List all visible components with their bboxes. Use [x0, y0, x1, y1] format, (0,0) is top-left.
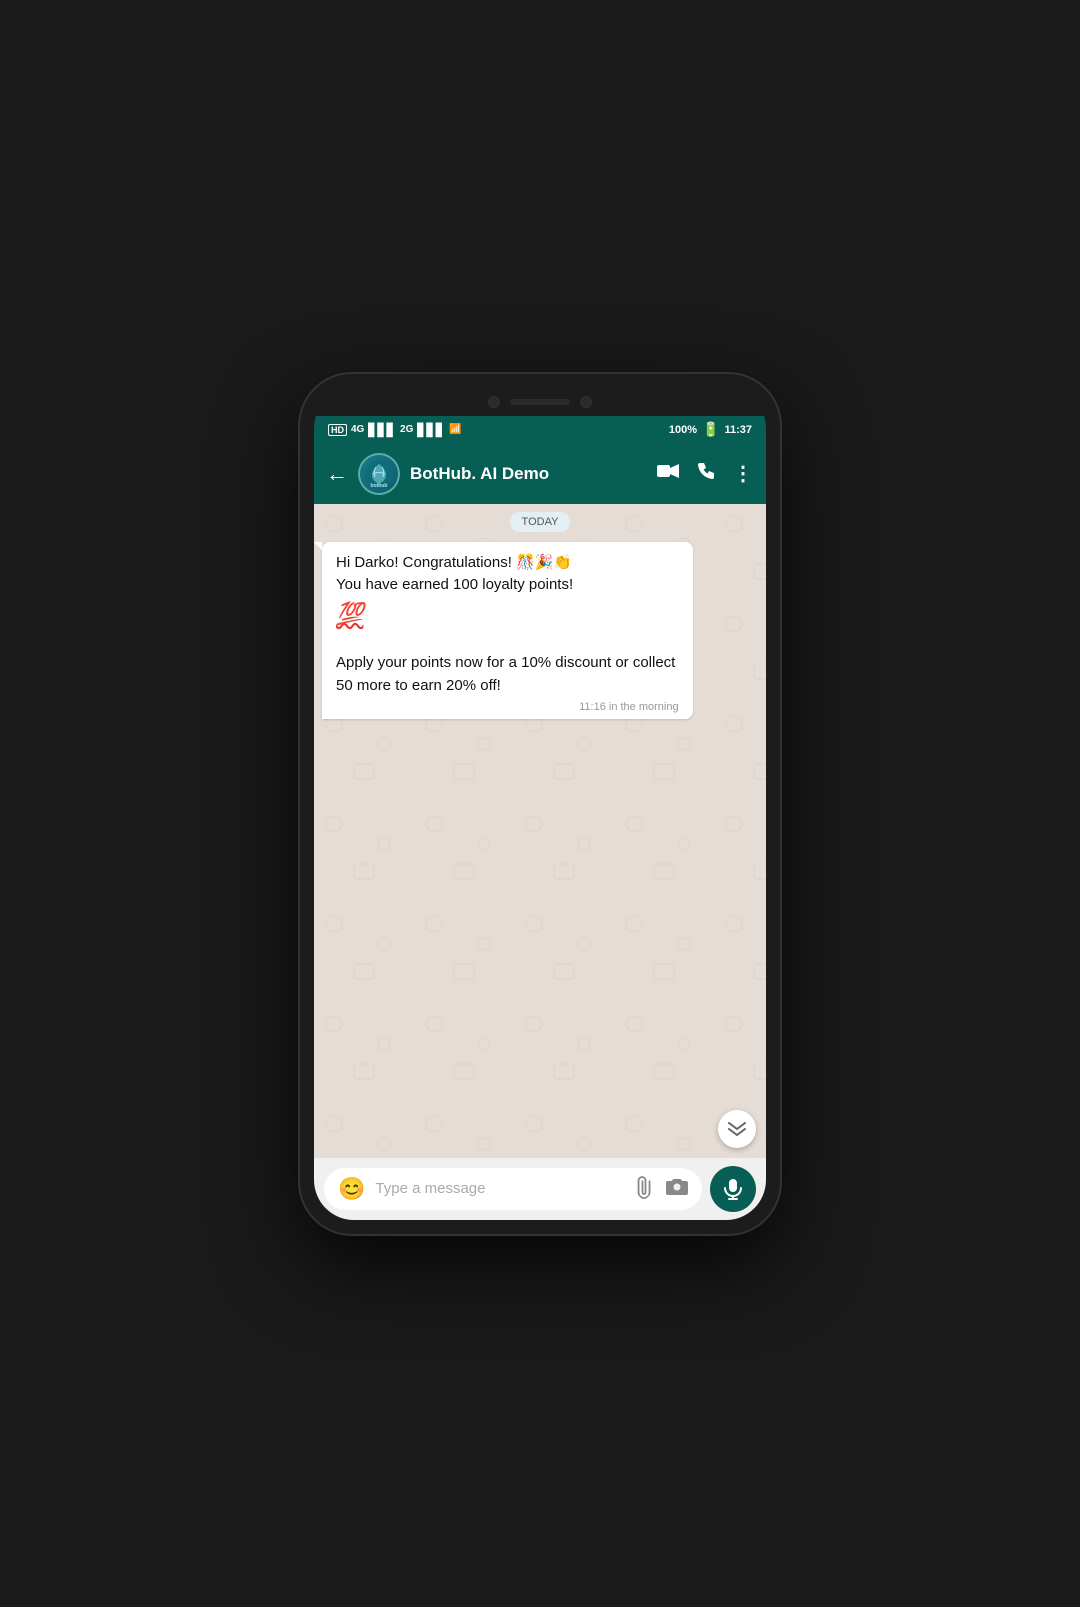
- network-4g: 4G: [351, 424, 364, 435]
- phone-speaker: [510, 399, 570, 405]
- back-button[interactable]: ←: [326, 461, 348, 487]
- battery-percent: 100%: [669, 424, 697, 436]
- phone-frame: HD 4G ▋▋▋ 2G ▋▋▋ 📶 100% 🔋 11:37 ←: [300, 374, 780, 1234]
- contact-name: BotHub. AI Demo: [410, 464, 647, 484]
- message-input-wrapper: 😊 Type a message: [324, 1168, 702, 1210]
- attach-button[interactable]: [630, 1172, 663, 1205]
- chat-body: TODAY Hi Darko! Congratulations! 🎊🎉👏 You…: [314, 504, 766, 1158]
- svg-text:bothub: bothub: [371, 483, 388, 489]
- emoji-button[interactable]: 😊: [338, 1176, 365, 1202]
- message-line3: Apply your points now for a 10% discount…: [336, 654, 675, 694]
- contact-avatar[interactable]: bothub: [358, 453, 400, 495]
- message-bubble: Hi Darko! Congratulations! 🎊🎉👏 You have …: [322, 542, 693, 720]
- message-emoji-100: 💯: [336, 601, 363, 626]
- message-timestamp: 11:16 in the morning: [336, 701, 679, 713]
- message-line1: Hi Darko! Congratulations! 🎊🎉👏: [336, 554, 572, 571]
- header-actions: ⋮: [657, 461, 754, 486]
- voice-call-icon[interactable]: [697, 462, 715, 485]
- front-camera: [488, 396, 500, 408]
- phone-top-bar: [314, 388, 766, 416]
- status-left: HD 4G ▋▋▋ 2G ▋▋▋ 📶: [328, 423, 462, 437]
- scroll-down-button[interactable]: [718, 1110, 756, 1148]
- video-call-icon[interactable]: [657, 463, 679, 484]
- network-2g: 2G: [400, 424, 413, 435]
- phone-screen: HD 4G ▋▋▋ 2G ▋▋▋ 📶 100% 🔋 11:37 ←: [314, 388, 766, 1220]
- input-bar: 😊 Type a message: [314, 1158, 766, 1220]
- message-text: Hi Darko! Congratulations! 🎊🎉👏 You have …: [336, 552, 679, 698]
- time-display: 11:37: [724, 424, 752, 436]
- status-bar: HD 4G ▋▋▋ 2G ▋▋▋ 📶 100% 🔋 11:37: [314, 416, 766, 444]
- chat-spacer: [322, 719, 758, 1150]
- message-input-placeholder[interactable]: Type a message: [375, 1180, 626, 1197]
- wifi-icon: 📶: [449, 424, 461, 435]
- message-line2: You have earned 100 loyalty points!: [336, 576, 573, 593]
- date-badge: TODAY: [510, 512, 571, 532]
- more-options-icon[interactable]: ⋮: [733, 461, 754, 486]
- status-right: 100% 🔋 11:37: [669, 421, 752, 438]
- mic-button[interactable]: [710, 1166, 756, 1212]
- battery-icon: 🔋: [702, 421, 719, 438]
- chat-messages: TODAY Hi Darko! Congratulations! 🎊🎉👏 You…: [314, 504, 766, 1158]
- chat-header: ← bothub BotHub. AI Demo: [314, 444, 766, 504]
- camera-button[interactable]: [666, 1177, 688, 1201]
- hd-indicator: HD: [328, 424, 347, 436]
- signal-bars-1: ▋▋▋: [368, 423, 396, 437]
- front-sensor: [580, 396, 592, 408]
- signal-bars-2: ▋▋▋: [417, 423, 445, 437]
- avatar-image: bothub: [360, 455, 398, 493]
